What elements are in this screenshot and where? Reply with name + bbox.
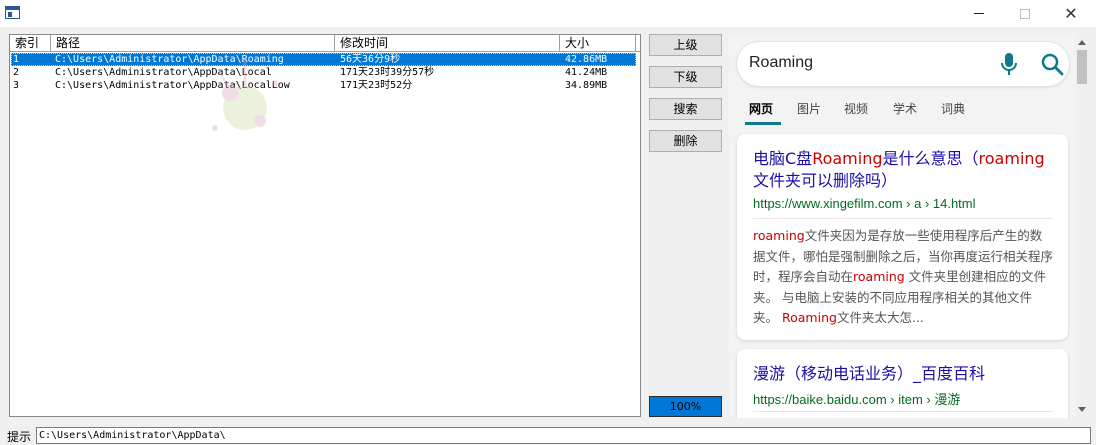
row-modified: 56天36分9秒 <box>340 54 401 65</box>
browser-scrollbar[interactable] <box>1075 34 1090 418</box>
title-part: 电脑C盘 <box>753 149 813 168</box>
tab-videos[interactable]: 视频 <box>844 100 868 117</box>
app-icon <box>5 6 20 19</box>
snippet-part-highlight: roaming <box>753 228 805 243</box>
scroll-up-icon[interactable] <box>1078 40 1086 45</box>
down-button[interactable]: 下级 <box>649 66 722 88</box>
result-card[interactable]: 电脑C盘Roaming是什么意思（roaming文件夹可以删除吗） https:… <box>737 134 1068 340</box>
row-modified: 171天23时39分57秒 <box>340 67 435 78</box>
active-tab-indicator <box>745 122 781 125</box>
title-part: 漫游（移动电话业务）_百度百科 <box>753 364 986 383</box>
title-part-highlight: Roaming <box>812 149 883 168</box>
folder-list[interactable]: 索引 路径 修改时间 大小 1 C:\Users\Administrator\A… <box>9 34 641 417</box>
scroll-thumb[interactable] <box>1077 50 1087 84</box>
table-row[interactable]: 2 C:\Users\Administrator\AppData\Local 1… <box>11 66 636 79</box>
row-size: 34.89MB <box>565 80 608 91</box>
status-path-field[interactable]: C:\Users\Administrator\AppData\ <box>36 427 1091 444</box>
scroll-down-icon[interactable] <box>1078 407 1086 412</box>
row-index: 3 <box>13 80 20 91</box>
maximize-button[interactable] <box>1002 0 1048 27</box>
progress-bar: 100% <box>649 396 722 417</box>
title-part-highlight: roaming <box>978 149 1045 168</box>
column-header-modified[interactable]: 修改时间 <box>335 35 560 51</box>
close-icon: ✕ <box>1064 4 1078 23</box>
row-index: 2 <box>13 67 20 78</box>
title-part: 是什么意思（ <box>882 149 979 168</box>
minimize-button[interactable] <box>956 0 1002 27</box>
tab-web[interactable]: 网页 <box>749 100 773 117</box>
table-row[interactable]: 3 C:\Users\Administrator\AppData\LocalLo… <box>11 79 636 92</box>
search-icon[interactable] <box>1040 52 1064 76</box>
row-size: 42.86MB <box>565 54 608 65</box>
column-header-path[interactable]: 路径 <box>51 35 335 51</box>
snippet-part: 文件夹太大怎... <box>836 310 924 325</box>
splash-watermark-icon <box>212 58 278 131</box>
card-divider <box>753 411 1053 412</box>
snippet-part-highlight: Roaming <box>781 310 837 325</box>
result-title[interactable]: 电脑C盘Roaming是什么意思（roaming 文件夹可以删除吗） <box>753 148 1053 192</box>
search-box[interactable]: Roaming <box>737 42 1069 86</box>
close-button[interactable]: ✕ <box>1048 0 1094 27</box>
title-bar: ✕ <box>0 0 1096 27</box>
result-card[interactable]: 漫游（移动电话业务）_百度百科 https://baike.baidu.com … <box>737 349 1068 418</box>
result-snippet: roaming文件夹因为是存放一些使用程序后产生的数据文件，哪怕是强制删除之后，… <box>753 226 1053 329</box>
column-header-size[interactable]: 大小 <box>560 35 636 51</box>
snippet-part-highlight: roaming <box>853 269 905 284</box>
status-label: 提示 <box>7 430 32 444</box>
status-bar: 提示 C:\Users\Administrator\AppData\ <box>0 423 1096 445</box>
result-url[interactable]: https://baike.baidu.com › item › 漫游 <box>753 389 960 408</box>
card-divider <box>753 218 1053 219</box>
result-url[interactable]: https://www.xingefilm.com › a › 14.html <box>753 196 976 211</box>
title-part: 文件夹可以删除吗） <box>753 171 898 190</box>
search-query[interactable]: Roaming <box>749 54 813 72</box>
progress-label: 100% <box>669 400 702 413</box>
result-title[interactable]: 漫游（移动电话业务）_百度百科 <box>753 363 1053 385</box>
maximize-icon <box>1020 8 1030 19</box>
row-size: 41.24MB <box>565 67 608 78</box>
up-button[interactable]: 上级 <box>649 34 722 56</box>
tab-images[interactable]: 图片 <box>797 100 821 117</box>
search-browser: Roaming 网页 图片 视频 学术 词典 电脑C盘Roaming是什么意思（… <box>729 34 1090 418</box>
minimize-icon <box>974 13 984 14</box>
column-header-index[interactable]: 索引 <box>10 35 51 51</box>
row-modified: 171天23时52分 <box>340 80 413 91</box>
list-header: 索引 路径 修改时间 大小 <box>10 35 640 52</box>
microphone-icon[interactable] <box>999 52 1019 76</box>
tab-dictionary[interactable]: 词典 <box>941 100 965 117</box>
tab-academic[interactable]: 学术 <box>893 100 917 117</box>
delete-button[interactable]: 删除 <box>649 130 722 152</box>
table-row[interactable]: 1 C:\Users\Administrator\AppData\Roaming… <box>11 53 636 66</box>
search-button[interactable]: 搜索 <box>649 98 722 120</box>
row-index: 1 <box>13 54 20 65</box>
